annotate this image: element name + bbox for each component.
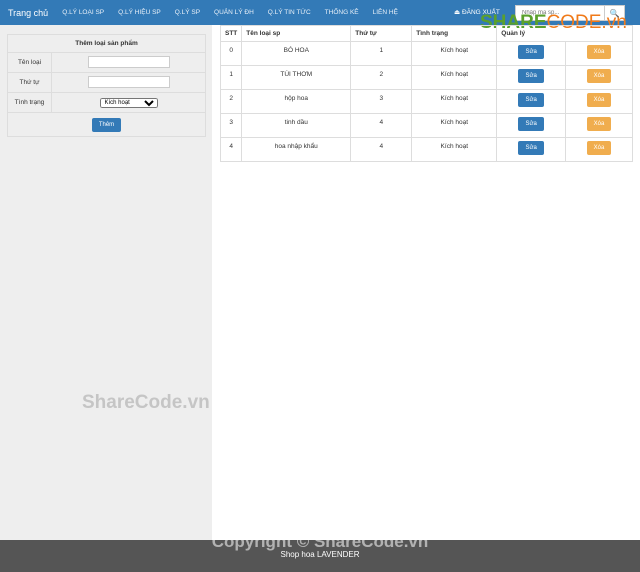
table-row: 4 hoa nhập khẩu 4 Kích hoạt Sửa Xóa	[219, 137, 633, 162]
status-label: Tình trạng	[7, 92, 52, 113]
delete-button[interactable]: Xóa	[586, 69, 612, 83]
header-stt: STT	[219, 25, 243, 42]
nav-item-contact[interactable]: LIÊN HỆ	[373, 9, 398, 16]
nav-home[interactable]: Trang chủ	[8, 8, 48, 18]
cell-order: 4	[350, 113, 413, 138]
table-row: 1 TÚI THƠM 2 Kích hoạt Sửa Xóa	[219, 65, 633, 90]
cell-status: Kích hoạt	[411, 89, 498, 114]
cell-stt: 2	[219, 89, 243, 114]
cell-stt: 4	[219, 137, 243, 162]
cell-name: hộp hoa	[241, 89, 352, 114]
sidebar: Thêm loại sản phẩm Tên loại Thứ tự Tình …	[0, 25, 212, 540]
cell-name: BÓ HOA	[241, 41, 352, 66]
cell-status: Kích hoạt	[411, 113, 498, 138]
edit-button[interactable]: Sửa	[518, 93, 544, 107]
delete-button[interactable]: Xóa	[586, 45, 612, 59]
cell-status: Kích hoạt	[411, 137, 498, 162]
form-title: Thêm loại sản phẩm	[7, 34, 206, 53]
nav-item-brand[interactable]: Q.LÝ HIỆU SP	[118, 9, 161, 16]
add-button[interactable]: Thêm	[91, 117, 122, 132]
add-category-form: Thêm loại sản phẩm Tên loại Thứ tự Tình …	[7, 34, 206, 137]
copyright-watermark: Copyright © ShareCode.vn	[211, 532, 429, 551]
name-label: Tên loại	[7, 52, 52, 73]
sharecode-watermark: ShareCode.vn	[82, 392, 210, 413]
category-table: STT Tên loại sp Thứ tự Tình trạng Quản l…	[219, 25, 633, 162]
header-manage: Quản lý	[496, 25, 633, 42]
status-select[interactable]: Kích hoạt	[99, 97, 158, 108]
cell-status: Kích hoạt	[411, 41, 498, 66]
cell-order: 4	[350, 137, 413, 162]
nav-item-orders[interactable]: QUẢN LÝ ĐH	[214, 9, 254, 16]
edit-button[interactable]: Sửa	[518, 69, 544, 83]
nav-item-news[interactable]: Q.LÝ TIN TỨC	[268, 9, 311, 16]
header-name: Tên loại sp	[241, 25, 352, 42]
cell-status: Kích hoạt	[411, 65, 498, 90]
table-row: 3 tinh dầu 4 Kích hoạt Sửa Xóa	[219, 113, 633, 138]
cell-order: 2	[350, 65, 413, 90]
edit-button[interactable]: Sửa	[518, 117, 544, 131]
delete-button[interactable]: Xóa	[586, 93, 612, 107]
delete-button[interactable]: Xóa	[586, 117, 612, 131]
delete-button[interactable]: Xóa	[586, 141, 612, 155]
table-row: 0 BÓ HOA 1 Kích hoạt Sửa Xóa	[219, 41, 633, 66]
header-order: Thứ tự	[350, 25, 413, 42]
name-input[interactable]	[87, 56, 170, 69]
cell-name: TÚI THƠM	[241, 65, 352, 90]
cell-name: tinh dầu	[241, 113, 352, 138]
cell-stt: 1	[219, 65, 243, 90]
order-input[interactable]	[87, 76, 170, 89]
nav-item-product[interactable]: Q.LÝ SP	[175, 9, 200, 16]
cell-name: hoa nhập khẩu	[241, 137, 352, 162]
nav-item-stats[interactable]: THỐNG KÊ	[325, 9, 359, 16]
cell-stt: 3	[219, 113, 243, 138]
edit-button[interactable]: Sửa	[518, 45, 544, 59]
order-label: Thứ tự	[7, 72, 52, 93]
nav-item-category[interactable]: Q.LÝ LOẠI SP	[62, 9, 104, 16]
cell-stt: 0	[219, 41, 243, 66]
header-status: Tình trạng	[411, 25, 498, 42]
edit-button[interactable]: Sửa	[518, 141, 544, 155]
cell-order: 1	[350, 41, 413, 66]
footer-text: Shop hoa LAVENDER	[280, 550, 360, 559]
table-row: 2 hộp hoa 3 Kích hoạt Sửa Xóa	[219, 89, 633, 114]
cell-order: 3	[350, 89, 413, 114]
footer: Copyright © ShareCode.vn Shop hoa LAVEND…	[0, 532, 640, 572]
